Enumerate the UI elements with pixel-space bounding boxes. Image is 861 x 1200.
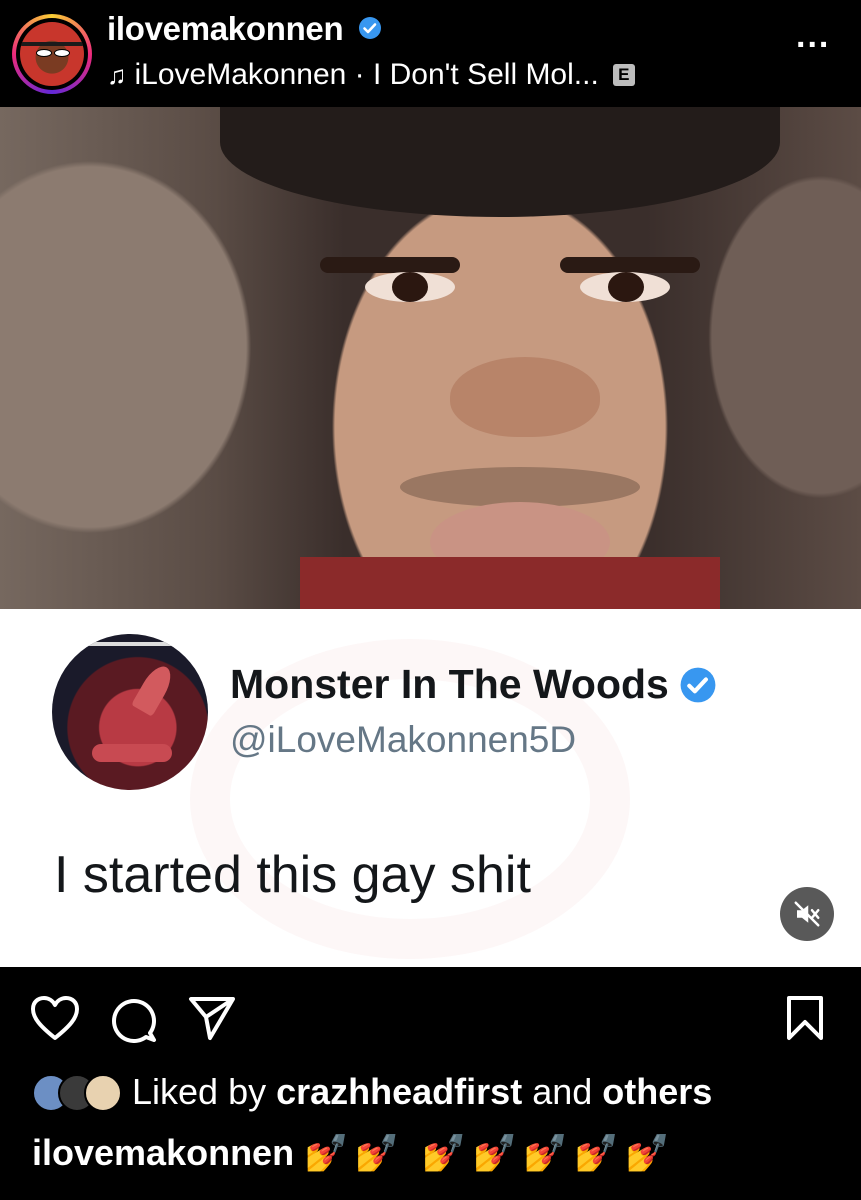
muted-speaker-icon	[794, 901, 820, 927]
audio-track-label: iLoveMakonnen · I Don't Sell Mol...	[134, 58, 599, 91]
verified-badge-icon	[359, 17, 382, 40]
heart-icon[interactable]	[30, 995, 80, 1041]
tweet-display-name-row: Monster In The Woods	[230, 661, 717, 708]
comment-icon[interactable]	[110, 995, 158, 1043]
explicit-badge: E	[612, 64, 635, 86]
bookmark-icon[interactable]	[786, 995, 824, 1041]
tweet-display-name: Monster In The Woods	[230, 661, 669, 707]
profile-avatar[interactable]	[12, 14, 92, 94]
action-bar	[0, 967, 861, 1067]
likes-middle: and	[532, 1071, 593, 1112]
caption-username[interactable]: ilovemakonnen	[32, 1132, 294, 1174]
avatar-border	[16, 18, 88, 90]
likes-text: Liked by crazhheadfirst and others	[132, 1071, 712, 1113]
post-username-row[interactable]: ilovemakonnen	[107, 10, 382, 48]
tweet-handle: @iLoveMakonnen5D	[230, 719, 577, 760]
likes-prefix: Liked by	[132, 1071, 267, 1112]
liker-username[interactable]: crazhheadfirst	[276, 1071, 522, 1112]
tweet-card: Monster In The Woods @iLoveMakonnen5D I …	[0, 609, 861, 967]
likes-others[interactable]: others	[602, 1071, 712, 1112]
mute-button[interactable]	[780, 887, 834, 941]
verified-badge-icon	[680, 667, 716, 702]
more-options-icon[interactable]: ...	[796, 19, 830, 53]
music-note-icon: ♫	[107, 59, 127, 90]
likes-summary[interactable]: Liked by crazhheadfirst and others	[32, 1064, 712, 1120]
post-media[interactable]: Monster In The Woods @iLoveMakonnen5D I …	[0, 107, 861, 967]
post-username[interactable]: ilovemakonnen	[107, 10, 344, 47]
send-icon[interactable]	[188, 995, 236, 1041]
liker-avatars	[32, 1070, 124, 1114]
caption-text: 💅💅 💅💅💅💅💅	[304, 1132, 676, 1173]
selfie-photo	[0, 107, 861, 617]
tweet-avatar	[52, 634, 208, 790]
post-header: ilovemakonnen ♫ iLoveMakonnen · I Don't …	[0, 0, 861, 107]
post-caption: ilovemakonnen 💅💅 💅💅💅💅💅	[32, 1132, 676, 1174]
avatar-image	[20, 22, 84, 86]
liker-avatar	[84, 1074, 122, 1112]
audio-track[interactable]: ♫ iLoveMakonnen · I Don't Sell Mol... E	[107, 58, 635, 92]
tweet-text: I started this gay shit	[54, 846, 531, 904]
